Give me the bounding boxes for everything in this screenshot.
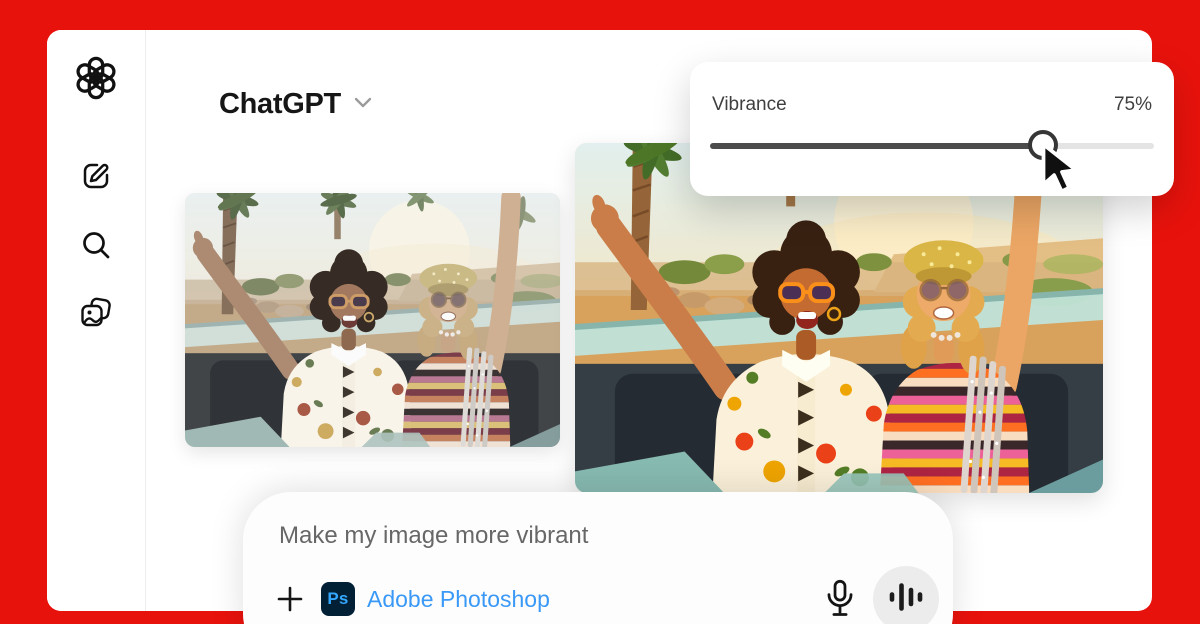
vibrance-slider-knob[interactable]: [1028, 130, 1058, 160]
vibrance-slider-fill: [710, 143, 1043, 149]
openai-logo: [73, 55, 119, 101]
sidebar: [47, 30, 146, 611]
photoshop-app-chip[interactable]: Ps Adobe Photoshop: [321, 582, 550, 616]
prompt-input[interactable]: Make my image more vibrant: [279, 522, 917, 550]
new-chat-icon[interactable]: [78, 158, 114, 194]
plus-icon[interactable]: [275, 584, 305, 614]
promo-canvas: ChatGPT Vibrance 75% Make my: [0, 0, 1200, 624]
library-icon[interactable]: [78, 295, 114, 331]
voice-mode-button[interactable]: [873, 566, 939, 624]
photoshop-app-name: Adobe Photoshop: [367, 586, 550, 613]
vibrance-panel: Vibrance 75%: [690, 62, 1174, 196]
vibrance-slider[interactable]: [710, 143, 1154, 149]
search-icon[interactable]: [78, 227, 114, 263]
before-image: [185, 193, 560, 447]
model-picker[interactable]: ChatGPT: [219, 88, 375, 121]
voice-mode-icon: [887, 582, 925, 617]
composer-card: Make my image more vibrant Ps Adobe Phot…: [243, 492, 953, 624]
vibrance-label: Vibrance: [712, 94, 787, 116]
microphone-icon[interactable]: [821, 578, 859, 620]
chevron-down-icon[interactable]: [351, 90, 375, 119]
page-title: ChatGPT: [219, 88, 341, 121]
photoshop-badge-icon: Ps: [321, 582, 355, 616]
vibrance-value: 75%: [1114, 94, 1152, 116]
